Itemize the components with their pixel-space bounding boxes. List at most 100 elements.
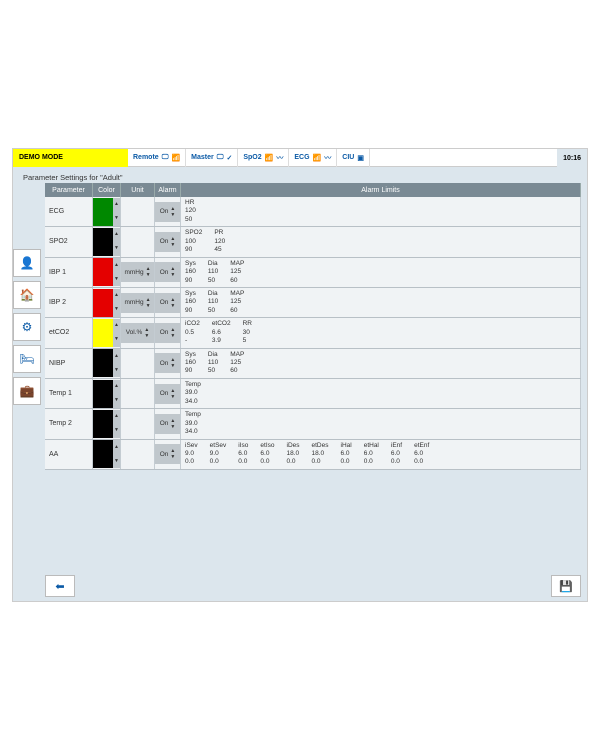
unit-selector[interactable]: mmHg ▲▼ — [121, 293, 154, 313]
save-icon: 💾 — [559, 580, 573, 593]
alarm-label: On — [160, 299, 169, 306]
limit-header: etHal — [364, 442, 379, 450]
alarm-limits[interactable]: SPO210090PR12045 — [181, 227, 581, 256]
alarm-cell: On▲▼ — [155, 440, 181, 469]
unit-selector[interactable]: Vol.% ▲▼ — [121, 323, 154, 343]
limit-header: Sys — [185, 290, 196, 298]
chevron-updown-icon: ▲▼ — [113, 349, 120, 377]
limit-high: 18.0 — [287, 450, 300, 458]
unit-selector[interactable]: mmHg ▲▼ — [121, 262, 154, 282]
limit-header: SPO2 — [185, 229, 202, 237]
limit-high: 39.0 — [185, 389, 201, 397]
sidebar-bed-icon[interactable]: 🛏 — [13, 345, 41, 373]
limit-column: Temp39.034.0 — [185, 381, 201, 406]
limit-column: Sys16090 — [185, 260, 196, 285]
param-label: ECG — [45, 197, 93, 226]
color-selector[interactable]: ▲▼ — [93, 227, 121, 256]
limit-low: 50 — [185, 216, 196, 224]
chevron-updown-icon: ▲▼ — [113, 198, 120, 226]
alarm-label: On — [160, 420, 169, 427]
limit-high: 160 — [185, 359, 196, 367]
back-button[interactable]: ⬅ — [45, 575, 75, 597]
alarm-selector[interactable]: On▲▼ — [155, 414, 180, 434]
color-selector[interactable]: ▲▼ — [93, 440, 121, 469]
limit-column: iHal6.00.0 — [341, 442, 352, 467]
alarm-limits[interactable]: Temp39.034.0 — [181, 409, 581, 438]
status-item-remote[interactable]: Remote🖵📶 — [128, 149, 186, 167]
alarm-limits[interactable]: Sys16090Dia11050MAP12560 — [181, 288, 581, 317]
limit-low: 0.0 — [391, 458, 402, 466]
param-label: IBP 2 — [45, 288, 93, 317]
unit-cell: Vol.% ▲▼ — [121, 318, 155, 347]
alarm-selector[interactable]: On▲▼ — [155, 353, 180, 373]
th-alarm: Alarm — [155, 183, 181, 197]
alarm-label: On — [160, 269, 169, 276]
alarm-selector[interactable]: On▲▼ — [155, 262, 180, 282]
limit-header: etSev — [210, 442, 227, 450]
status-item-master[interactable]: Master🖵✓ — [186, 149, 238, 167]
status-item-spo2[interactable]: SpO2📶〰 — [238, 149, 289, 167]
status-item-ecg[interactable]: ECG📶〰 — [289, 149, 337, 167]
limit-column: etCO26.63.9 — [212, 320, 231, 345]
limit-low: 34.0 — [185, 428, 201, 436]
th-limits: Alarm Limits — [181, 183, 581, 197]
alarm-selector[interactable]: On▲▼ — [155, 202, 180, 222]
chevron-updown-icon: ▲▼ — [113, 380, 120, 408]
alarm-selector[interactable]: On▲▼ — [155, 293, 180, 313]
limit-high: 6.0 — [414, 450, 429, 458]
color-selector[interactable]: ▲▼ — [93, 258, 121, 287]
table-row: SPO2 ▲▼ On▲▼SPO210090PR12045 — [45, 227, 581, 257]
alarm-selector[interactable]: On▲▼ — [155, 444, 180, 464]
bottom-bar: ⬅ 💾 — [45, 575, 581, 597]
color-selector[interactable]: ▲▼ — [93, 318, 121, 347]
limit-low: - — [185, 337, 200, 345]
alarm-limits[interactable]: Temp39.034.0 — [181, 379, 581, 408]
alarm-selector[interactable]: On▲▼ — [155, 384, 180, 404]
limit-header: Temp — [185, 411, 201, 419]
limit-low: 90 — [185, 307, 196, 315]
alarm-selector[interactable]: On▲▼ — [155, 323, 180, 343]
limit-header: iHal — [341, 442, 352, 450]
limit-column: etHal6.00.0 — [364, 442, 379, 467]
limit-header: iCO2 — [185, 320, 200, 328]
color-selector[interactable]: ▲▼ — [93, 349, 121, 378]
limit-low: 0.0 — [185, 458, 198, 466]
save-button[interactable]: 💾 — [551, 575, 581, 597]
limit-column: MAP12560 — [230, 260, 244, 285]
sidebar-gear-icon[interactable]: ⚙ — [13, 313, 41, 341]
sidebar-home-icon[interactable]: 🏠 — [13, 281, 41, 309]
alarm-selector[interactable]: On▲▼ — [155, 232, 180, 252]
alarm-limits[interactable]: iSev9.00.0etSev9.00.0iIso6.00.0etIso6.00… — [181, 440, 581, 469]
sidebar-case-icon[interactable]: 💼 — [13, 377, 41, 405]
monitor-icon: 🖵 — [162, 154, 169, 162]
chevron-updown-icon: ▲▼ — [170, 297, 175, 309]
unit-cell: mmHg ▲▼ — [121, 288, 155, 317]
unit-label: mmHg — [124, 269, 143, 276]
alarm-limits[interactable]: Sys16090Dia11050MAP12560 — [181, 258, 581, 287]
alarm-limits[interactable]: Sys16090Dia11050MAP12560 — [181, 349, 581, 378]
alarm-limits[interactable]: iCO20.5-etCO26.63.9RR305 — [181, 318, 581, 347]
color-selector[interactable]: ▲▼ — [93, 379, 121, 408]
color-selector[interactable]: ▲▼ — [93, 197, 121, 226]
limit-low: 5 — [243, 337, 252, 345]
arrow-left-icon: ⬅ — [55, 580, 64, 593]
status-label: CIU — [342, 154, 354, 161]
unit-label: Vol.% — [126, 329, 143, 336]
alarm-cell: On▲▼ — [155, 197, 181, 226]
limit-high: 125 — [230, 268, 244, 276]
unit-cell — [121, 197, 155, 226]
sidebar-patient-icon[interactable]: 👤 — [13, 249, 41, 277]
color-selector[interactable]: ▲▼ — [93, 288, 121, 317]
param-label: Temp 1 — [45, 379, 93, 408]
limit-column: PR12045 — [214, 229, 225, 254]
limit-header: etCO2 — [212, 320, 231, 328]
limit-high: 125 — [230, 298, 244, 306]
limit-header: etDes — [312, 442, 329, 450]
color-selector[interactable]: ▲▼ — [93, 409, 121, 438]
limit-low: 0.0 — [312, 458, 329, 466]
limit-high: 6.0 — [260, 450, 274, 458]
status-item-ciu[interactable]: CIU▣ — [337, 149, 370, 167]
status-label: Master — [191, 154, 214, 161]
limit-column: HR12050 — [185, 199, 196, 224]
alarm-limits[interactable]: HR12050 — [181, 197, 581, 226]
